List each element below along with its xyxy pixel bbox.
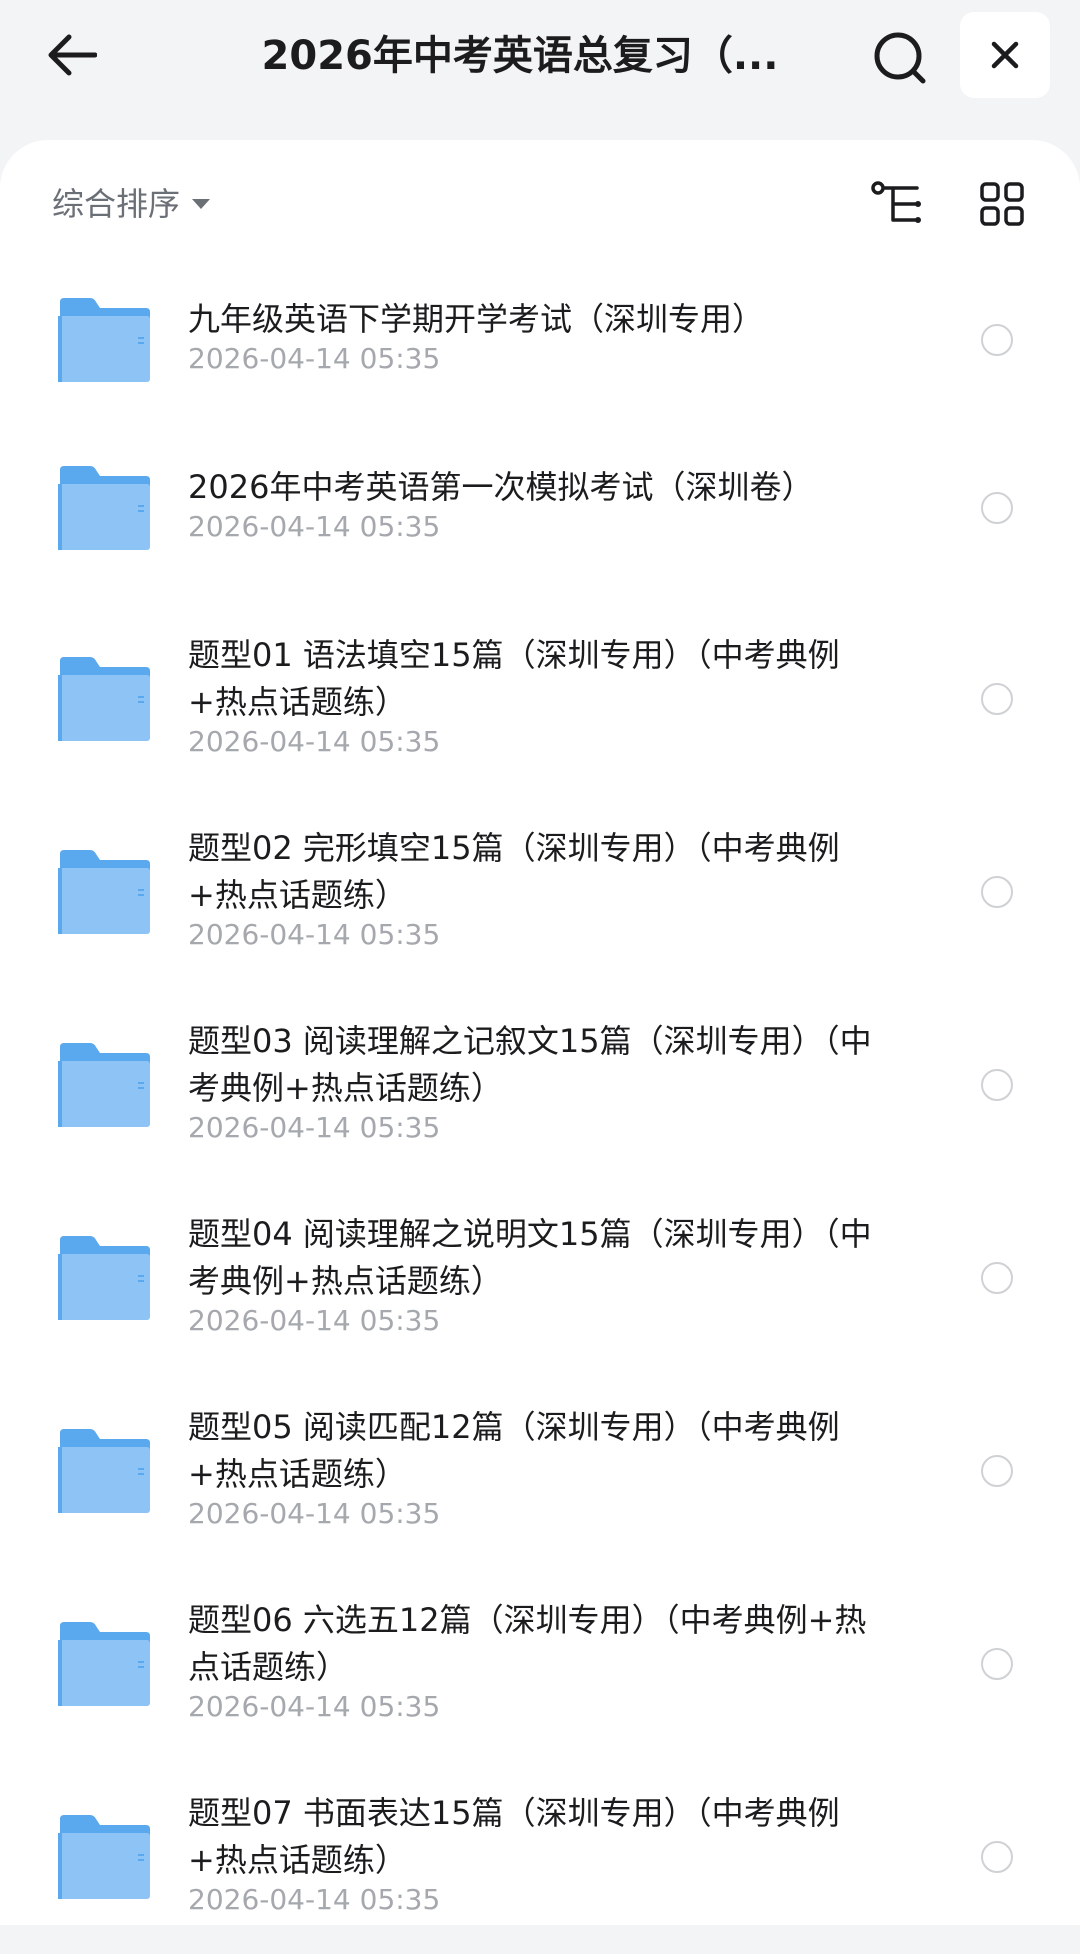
select-radio[interactable] [981,683,1013,715]
file-name: 题型05 阅读匹配12篇（深圳专用）（中考典例+热点话题练） [188,1408,840,1493]
file-date: 2026-04-14 05:35 [188,1111,441,1144]
close-icon [991,41,1019,69]
file-row[interactable]: 题型01 语法填空15篇（深圳专用）（中考典例+热点话题练） 2026-04-14… [0,596,1080,789]
folder-icon [56,1427,152,1515]
file-name: 题型01 语法填空15篇（深圳专用）（中考典例+热点话题练） [188,636,840,721]
grid-view-icon [980,182,1024,226]
tree-view-icon [871,181,921,223]
sort-toolbar: 综合排序 [0,140,1080,260]
select-radio[interactable] [981,1262,1013,1294]
sort-dropdown[interactable]: 综合排序 [52,174,211,230]
file-panel: 综合排序 九年级英语下学期开学考试（深圳专用） 2026-04-14 05:35 2… [0,140,1080,1925]
file-name: 题型04 阅读理解之说明文15篇（深圳专用）（中考典例+热点话题练） [188,1215,872,1300]
file-row[interactable]: 2026年中考英语第一次模拟考试（深圳卷） 2026-04-14 05:35 [0,428,1080,596]
search-button[interactable] [862,20,938,96]
file-name: 题型06 六选五12篇（深圳专用）（中考典例+热点话题练） [188,1601,867,1686]
folder-icon [56,1813,152,1901]
select-radio[interactable] [981,323,1013,356]
file-date: 2026-04-14 05:35 [188,1690,441,1723]
caret-down-icon [192,199,211,209]
file-row[interactable]: 题型02 完形填空15篇（深圳专用）（中考典例+热点话题练） 2026-04-14… [0,789,1080,982]
close-button[interactable] [960,12,1050,98]
search-icon [874,32,926,84]
file-date: 2026-04-14 05:35 [188,1304,441,1337]
file-row[interactable]: 题型05 阅读匹配12篇（深圳专用）（中考典例+热点话题练） 2026-04-14… [0,1368,1080,1561]
file-date: 2026-04-14 05:35 [188,725,441,758]
select-radio[interactable] [981,1648,1013,1680]
file-date: 2026-04-14 05:35 [188,1883,441,1916]
folder-icon [56,1620,152,1708]
folder-icon [56,296,152,384]
file-date: 2026-04-14 05:35 [188,510,441,543]
file-row[interactable]: 题型03 阅读理解之记叙文15篇（深圳专用）（中考典例+热点话题练） 2026-0… [0,982,1080,1175]
file-date: 2026-04-14 05:35 [188,342,441,375]
arrow-left-icon [48,34,97,76]
select-radio[interactable] [981,1841,1013,1873]
file-name: 题型02 完形填空15篇（深圳专用）（中考典例+热点话题练） [188,829,840,914]
select-radio[interactable] [981,1455,1013,1487]
file-row[interactable]: 九年级英语下学期开学考试（深圳专用） 2026-04-14 05:35 [0,260,1080,428]
select-radio[interactable] [981,491,1013,524]
file-row[interactable]: 题型04 阅读理解之说明文15篇（深圳专用）（中考典例+热点话题练） 2026-0… [0,1175,1080,1368]
folder-icon [56,655,152,743]
back-button[interactable] [36,20,106,90]
folder-icon [56,848,152,936]
file-row[interactable]: 题型07 书面表达15篇（深圳专用）（中考典例+热点话题练） 2026-04-14… [0,1754,1080,1954]
page-title: 2026年中考英语总复习（... [261,33,779,79]
file-date: 2026-04-14 05:35 [188,918,441,951]
folder-icon [56,1234,152,1322]
file-name: 题型07 书面表达15篇（深圳专用）（中考典例+热点话题练） [188,1794,840,1879]
file-name: 题型03 阅读理解之记叙文15篇（深圳专用）（中考典例+热点话题练） [188,1022,872,1107]
folder-icon [56,464,152,552]
select-radio[interactable] [981,876,1013,908]
file-name: 2026年中考英语第一次模拟考试（深圳卷） [188,468,814,506]
top-bar: 2026年中考英语总复习（... [0,0,1080,140]
folder-icon [56,1041,152,1129]
file-row[interactable]: 题型06 六选五12篇（深圳专用）（中考典例+热点话题练） 2026-04-14 … [0,1561,1080,1754]
tree-view-button[interactable] [866,172,930,236]
select-radio[interactable] [981,1069,1013,1101]
sort-label: 综合排序 [52,185,181,223]
file-name: 九年级英语下学期开学考试（深圳专用） [188,300,765,338]
file-date: 2026-04-14 05:35 [188,1497,441,1530]
grid-view-button[interactable] [970,172,1034,236]
